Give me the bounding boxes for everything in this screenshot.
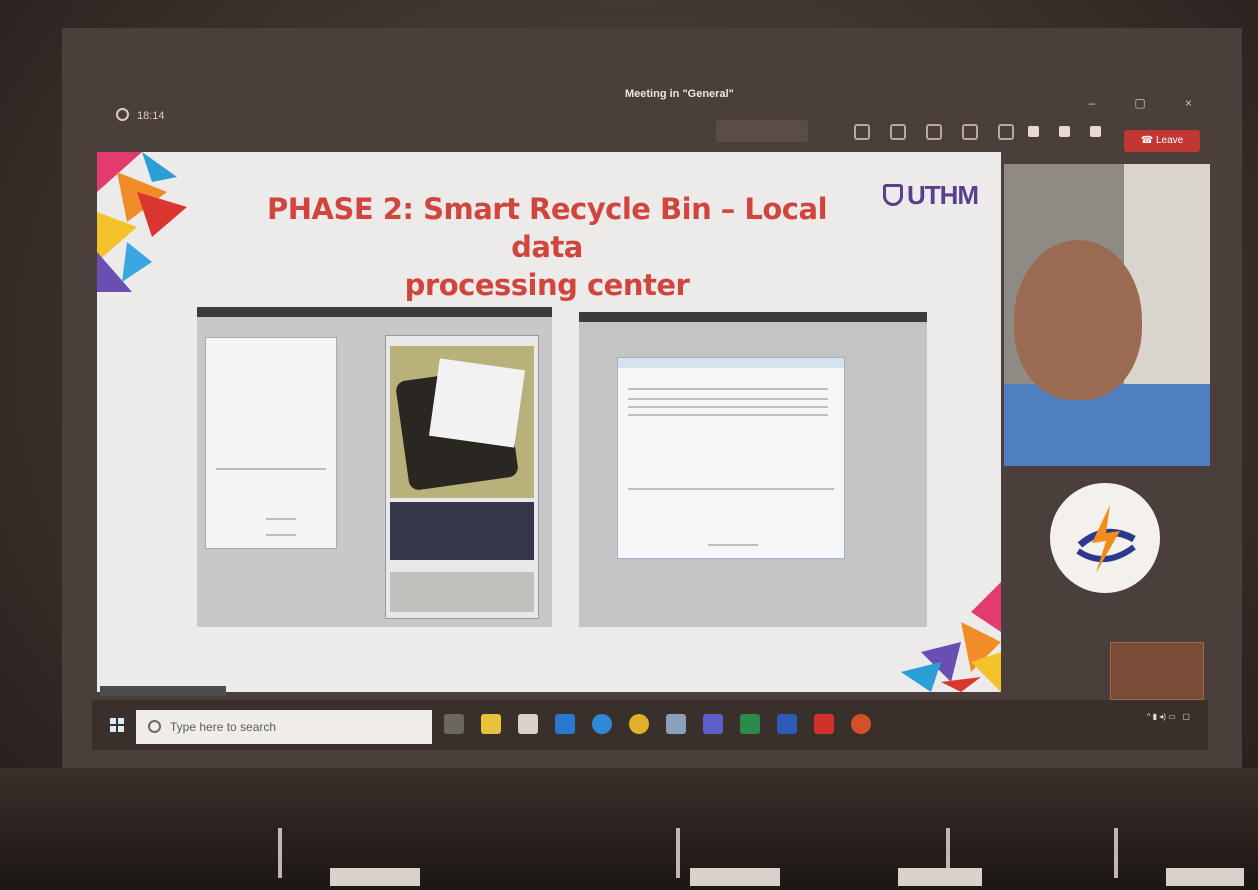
mic-icon[interactable] (1059, 126, 1070, 137)
acrobat-icon[interactable] (814, 714, 834, 734)
records-dialog (617, 357, 845, 559)
store-icon[interactable] (518, 714, 538, 734)
teams-icon[interactable] (703, 714, 723, 734)
presenter-caption (100, 686, 226, 696)
camera-image (390, 346, 534, 498)
taskbar-search-box[interactable]: Type here to search (136, 710, 432, 744)
data-entry-panel (205, 337, 337, 549)
conference-table (0, 768, 1258, 890)
camera-icon[interactable] (1028, 126, 1039, 137)
participant-avatar[interactable] (1050, 483, 1160, 593)
window-titlebar (197, 307, 552, 317)
more-icon[interactable] (998, 124, 1014, 140)
dialog-header (618, 358, 844, 368)
meeting-timer: 18:14 (116, 108, 165, 122)
powerpoint-icon[interactable] (851, 714, 871, 734)
excel-icon[interactable] (740, 714, 760, 734)
camera-feed-lower (390, 502, 534, 560)
window-controls[interactable]: – ▢ × (1088, 96, 1210, 110)
slide-title-line-1: PHASE 2: Smart Recycle Bin – Local data (266, 192, 828, 264)
file-explorer-icon[interactable] (481, 714, 501, 734)
task-view-icon[interactable] (444, 714, 464, 734)
decorative-triangles-bottom-right (901, 582, 1001, 692)
name-card (1166, 868, 1244, 886)
participant-video[interactable] (1004, 164, 1210, 466)
microphone (278, 828, 282, 878)
taskbar-apps (444, 714, 871, 734)
timer-text: 18:14 (137, 110, 165, 122)
camera-preview-window (385, 335, 539, 619)
shared-content-thumbnail[interactable] (1110, 642, 1204, 700)
meeting-title: Meeting in "General" (625, 88, 734, 100)
screenshot-local-app (197, 307, 552, 627)
toolbar-field[interactable] (716, 120, 808, 142)
barcode-card (428, 358, 526, 448)
slide-title-line-2: processing center (404, 268, 690, 302)
decorative-triangles-top-left (97, 152, 187, 292)
share-icon[interactable] (1090, 126, 1101, 137)
rooms-icon[interactable] (962, 124, 978, 140)
word-icon[interactable] (777, 714, 797, 734)
microphone (1114, 828, 1118, 878)
participant-face (1014, 240, 1142, 400)
uthm-logo: UTHM (883, 180, 993, 210)
edge-icon[interactable] (592, 714, 612, 734)
microphone (676, 828, 680, 878)
screenshot-data-table (579, 312, 927, 627)
windows-start-icon[interactable] (110, 718, 124, 732)
presentation-slide: PHASE 2: Smart Recycle Bin – Local data … (97, 152, 1001, 692)
uthm-logo-text: UTHM (907, 180, 979, 210)
chat-icon[interactable] (890, 124, 906, 140)
people-icon[interactable] (854, 124, 870, 140)
teams-meeting-bar: 18:14 Meeting in "General" – ▢ × ☎ Leave (90, 84, 1220, 154)
mail-icon[interactable] (555, 714, 575, 734)
participant-shirt (1004, 384, 1210, 466)
name-card (898, 868, 982, 886)
chrome-icon[interactable] (629, 714, 649, 734)
camera-controls (390, 572, 534, 612)
system-tray[interactable]: ^ ▮ ◂) ▭ ▢ (1147, 712, 1190, 721)
lightning-logo-icon (1076, 505, 1136, 573)
leave-button[interactable]: ☎ Leave (1124, 130, 1200, 152)
settings-icon[interactable] (666, 714, 686, 734)
uthm-shield-icon (883, 184, 903, 206)
av-controls (1028, 126, 1101, 137)
name-card (690, 868, 780, 886)
window-titlebar (579, 312, 927, 322)
name-card (330, 868, 420, 886)
clock-icon (116, 108, 129, 121)
slide-title: PHASE 2: Smart Recycle Bin – Local data … (247, 190, 847, 304)
search-icon (148, 720, 161, 733)
leave-label: Leave (1155, 135, 1184, 146)
windows-taskbar: Type here to search ^ ▮ ◂) ▭ ▢ (92, 700, 1208, 750)
reactions-icon[interactable] (926, 124, 942, 140)
meeting-toolbar (854, 124, 1014, 140)
search-placeholder: Type here to search (170, 720, 277, 734)
